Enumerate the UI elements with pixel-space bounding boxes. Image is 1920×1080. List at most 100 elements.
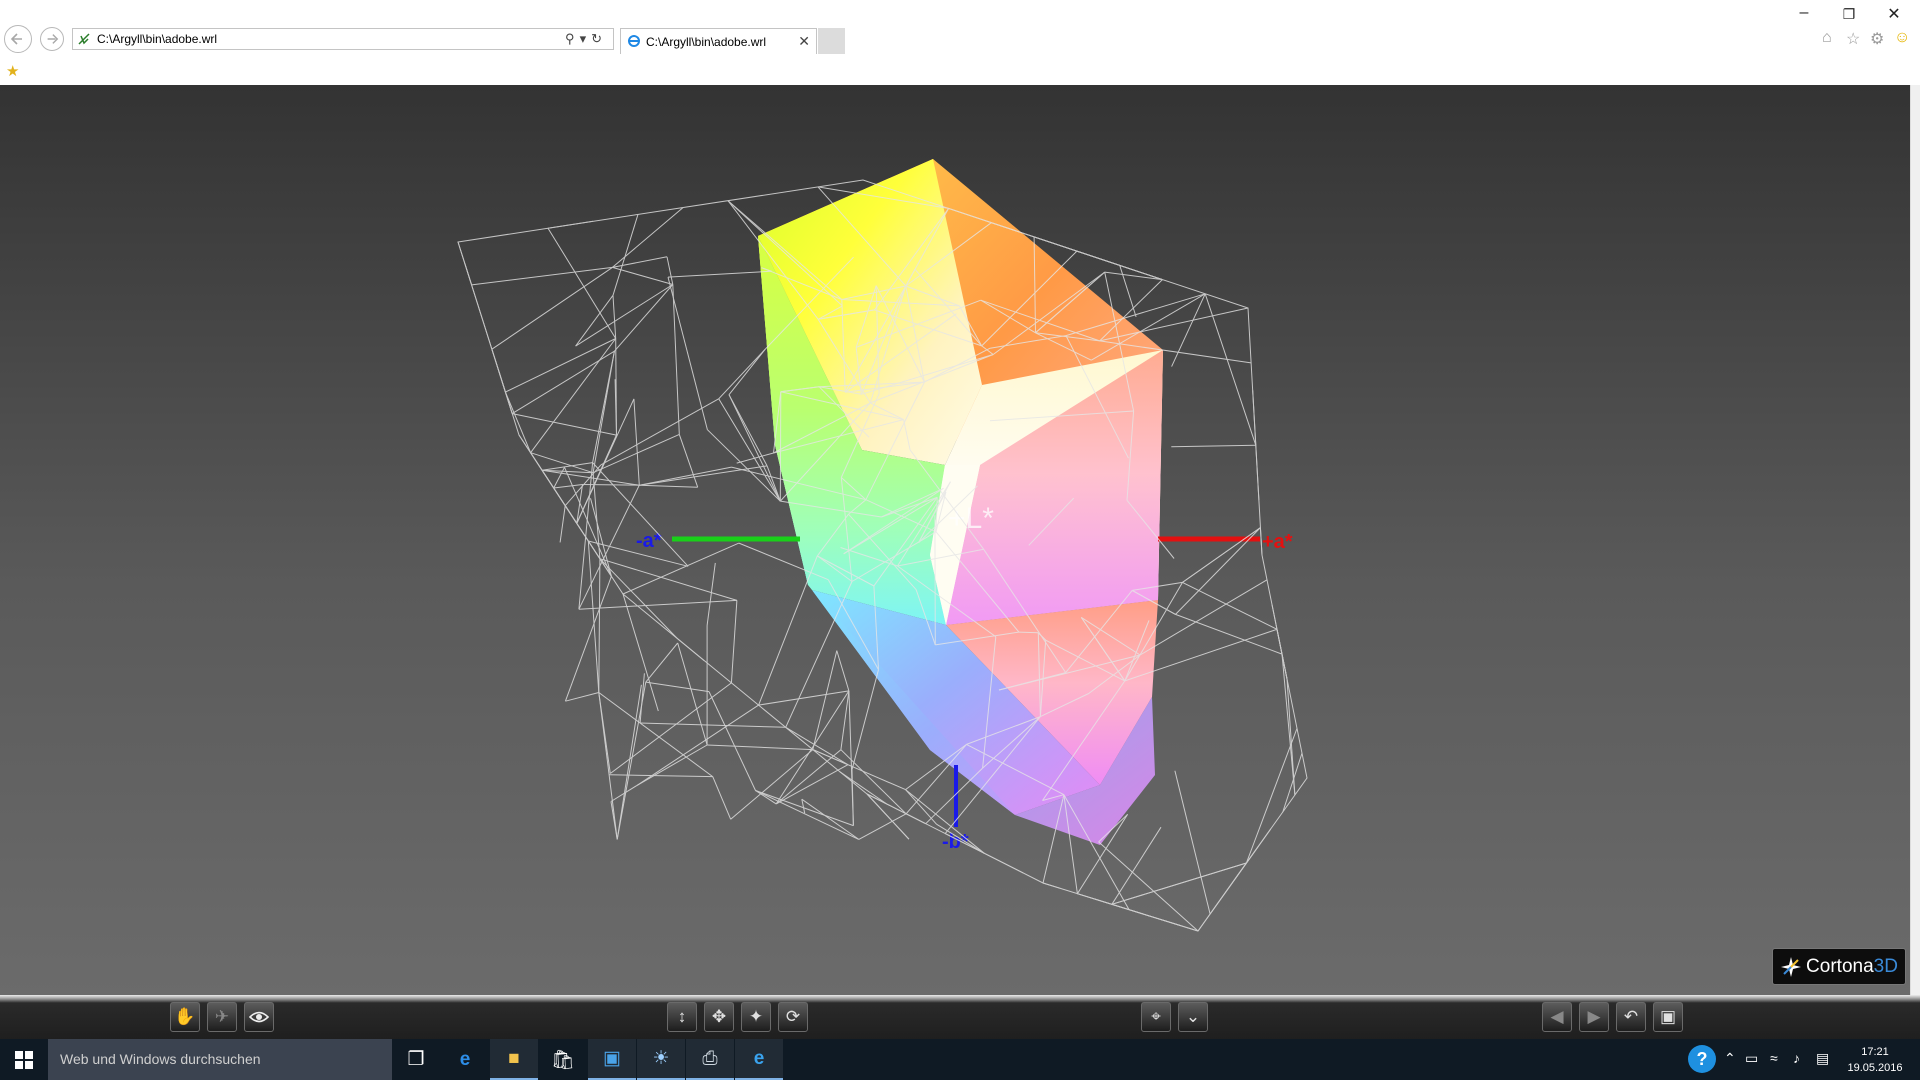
wireframe-edge xyxy=(775,764,849,805)
hand-tool-button[interactable]: ✋ xyxy=(170,1002,200,1032)
wireframe-edge xyxy=(840,690,850,750)
windows-logo-icon xyxy=(15,1050,33,1069)
address-bar[interactable]: C:\Argyll\bin\adobe.wrl ⚲▾↻ xyxy=(72,28,614,50)
wireframe-edge xyxy=(1076,250,1163,281)
action-center-icon[interactable]: ▤ xyxy=(1816,1050,1829,1067)
volume-icon[interactable]: ♪ xyxy=(1793,1050,1800,1066)
wireframe-edge xyxy=(676,638,705,662)
file-explorer-icon[interactable]: ■ xyxy=(490,1039,538,1080)
taskbar-clock[interactable]: 17:21 19.05.2016 xyxy=(1840,1044,1910,1076)
wireframe-edge xyxy=(530,338,617,453)
home-icon[interactable]: ⌂ xyxy=(1822,29,1832,47)
wireframe-edge xyxy=(730,749,814,820)
forward-button[interactable] xyxy=(40,27,64,51)
wireframe-edge xyxy=(1221,828,1272,898)
eye-tool-button[interactable] xyxy=(244,1002,274,1032)
wireframe-edge xyxy=(1245,728,1298,864)
wireframe-edge xyxy=(667,276,708,430)
minimize-button[interactable]: – xyxy=(1784,4,1824,22)
vrml-viewer[interactable]: +a* -a* -b* +L* Cortona3D xyxy=(0,85,1920,995)
wireframe-edge xyxy=(678,434,699,488)
edge-icon[interactable]: e xyxy=(441,1039,489,1080)
battery-icon[interactable]: ▭ xyxy=(1745,1050,1758,1067)
pan-button[interactable]: ✥ xyxy=(704,1002,734,1032)
wireframe-edge xyxy=(598,558,601,693)
paint-icon[interactable]: ☀ xyxy=(637,1039,685,1080)
wireframe-edge xyxy=(736,452,774,464)
wireframe-edge xyxy=(712,776,732,820)
wireframe-edge xyxy=(639,484,698,488)
control-panel-icon[interactable]: ▣ xyxy=(588,1039,636,1080)
new-tab-button[interactable] xyxy=(818,28,845,54)
tab-title: C:\Argyll\bin\adobe.wrl xyxy=(646,35,767,49)
network-icon[interactable]: ≈ xyxy=(1770,1050,1778,1066)
task-view-icon[interactable]: ❐ xyxy=(392,1039,440,1080)
wireframe-edge xyxy=(758,690,849,706)
next-viewpoint-button[interactable]: ▶ xyxy=(1579,1002,1609,1032)
internet-explorer-icon[interactable]: e xyxy=(735,1039,783,1080)
wireframe-edge xyxy=(706,562,716,626)
plane-tool-button[interactable]: ✈ xyxy=(207,1002,237,1032)
wireframe-edge xyxy=(1098,841,1199,932)
wireframe-edge xyxy=(1111,862,1247,905)
cortona-star-icon xyxy=(1781,956,1802,977)
wireframe-edge xyxy=(614,284,674,352)
show-hidden-icons-icon[interactable]: ⌃ xyxy=(1724,1050,1736,1067)
wireframe-edge xyxy=(559,505,566,543)
target-button[interactable]: ⌖ xyxy=(1141,1002,1171,1032)
smiley-feedback-icon[interactable]: ☺ xyxy=(1894,29,1910,47)
wireframe-edge xyxy=(541,470,578,524)
move-updown-button[interactable]: ↕ xyxy=(667,1002,697,1032)
back-arrow-icon xyxy=(10,33,22,45)
wireframe-edge xyxy=(640,722,786,728)
search-icon[interactable]: ⚲ xyxy=(565,31,580,46)
dropdown-icon[interactable]: ▾ xyxy=(580,31,592,46)
wireframe-edge xyxy=(801,798,860,840)
wireframe-edge xyxy=(575,284,674,347)
wireframe-edge xyxy=(639,673,645,724)
address-url[interactable]: C:\Argyll\bin\adobe.wrl xyxy=(97,32,217,46)
wireframe-edge xyxy=(457,241,473,286)
settings-gear-icon[interactable]: ⚙ xyxy=(1870,29,1884,49)
gamut-scene[interactable]: +a* -a* -b* +L* xyxy=(0,85,1910,995)
wireframe-edge xyxy=(840,749,907,815)
back-button[interactable] xyxy=(4,25,32,53)
tab-close-icon[interactable]: ✕ xyxy=(798,33,810,50)
search-placeholder: Web und Windows durchsuchen xyxy=(60,1051,261,1067)
rotate-button[interactable]: ⟳ xyxy=(778,1002,808,1032)
wireframe-edge xyxy=(812,650,838,750)
store-icon[interactable]: 🛍 xyxy=(539,1039,587,1080)
wireframe-edge xyxy=(866,793,887,805)
prev-viewpoint-button[interactable]: ◀ xyxy=(1542,1002,1572,1032)
wireframe-edge xyxy=(512,413,617,436)
wireframe-edge xyxy=(587,540,600,693)
restore-button[interactable]: ❐ xyxy=(1829,6,1869,23)
tab-active[interactable]: C:\Argyll\bin\adobe.wrl ✕ xyxy=(620,28,817,54)
taskbar-search-box[interactable]: Web und Windows durchsuchen xyxy=(48,1039,392,1080)
wireframe-edge xyxy=(677,642,708,746)
favorites-star-icon[interactable]: ☆ xyxy=(1846,29,1860,49)
forward-arrow-icon xyxy=(47,34,59,44)
wireframe-edge xyxy=(667,270,772,278)
wireframe-edge xyxy=(564,467,612,577)
refresh-icon[interactable]: ↻ xyxy=(591,31,607,46)
wireframe-edge xyxy=(622,593,659,712)
wireframe-edge xyxy=(612,256,668,268)
vertical-scrollbar[interactable] xyxy=(1910,85,1920,995)
wireframe-edge xyxy=(610,682,732,774)
address-tools: ⚲▾↻ xyxy=(565,31,607,47)
wireframe-edge xyxy=(1042,882,1061,889)
cortona3d-logo[interactable]: Cortona3D xyxy=(1772,948,1906,985)
start-button[interactable] xyxy=(0,1039,48,1080)
close-button[interactable]: ✕ xyxy=(1874,4,1914,24)
floor-align-button[interactable]: ⌄ xyxy=(1178,1002,1208,1032)
fly-button[interactable]: ✦ xyxy=(741,1002,771,1032)
printer-app-icon[interactable]: ⎙ xyxy=(686,1039,734,1080)
add-favorites-icon[interactable]: ★ xyxy=(6,62,19,80)
fit-view-button[interactable]: ▣ xyxy=(1653,1002,1683,1032)
restore-view-button[interactable]: ↶ xyxy=(1616,1002,1646,1032)
help-icon[interactable]: ? xyxy=(1688,1045,1716,1073)
wireframe-edge xyxy=(553,484,583,489)
wireframe-edge xyxy=(1171,444,1256,448)
wireframe-edge xyxy=(1094,898,1199,932)
